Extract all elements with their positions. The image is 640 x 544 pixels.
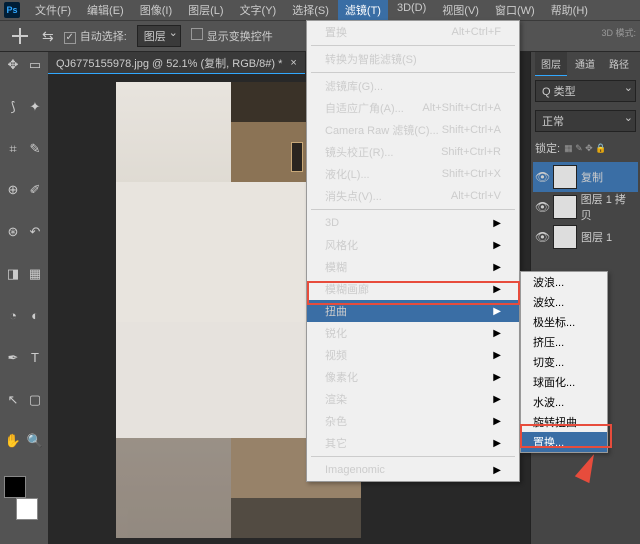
pen-tool[interactable]: ✒: [2, 347, 24, 369]
brush-tool[interactable]: ✐: [24, 179, 46, 201]
panel-tab[interactable]: 图层: [535, 52, 567, 76]
menubar: Ps 文件(F)编辑(E)图像(I)图层(L)文字(Y)选择(S)滤镜(T)3D…: [0, 0, 640, 20]
menu-2[interactable]: 图像(I): [133, 0, 179, 21]
move-tool-icon: [8, 24, 32, 48]
auto-select-checkbox[interactable]: [64, 32, 76, 44]
submenu-item[interactable]: 波纹...: [521, 292, 607, 312]
layer-thumb: [553, 225, 577, 249]
menu-4[interactable]: 文字(Y): [233, 0, 284, 21]
blend-mode-dropdown[interactable]: 正常: [535, 110, 636, 132]
filter-item[interactable]: 模糊▶: [307, 256, 519, 278]
submenu-item[interactable]: 极坐标...: [521, 312, 607, 332]
filter-item[interactable]: 消失点(V)...Alt+Ctrl+V: [307, 185, 519, 207]
eyedropper-tool[interactable]: ✎: [24, 138, 46, 160]
layer-type-filter[interactable]: Q 类型: [535, 80, 636, 102]
wand-tool[interactable]: ✦: [24, 96, 46, 118]
menu-7[interactable]: 3D(D): [390, 0, 433, 21]
heal-tool[interactable]: ⊕: [2, 179, 24, 201]
filter-item[interactable]: 置换Alt+Ctrl+F: [307, 21, 519, 43]
layer-row[interactable]: 👁 复制: [533, 162, 638, 192]
stamp-tool[interactable]: ⊛: [2, 221, 24, 243]
filter-dropdown-menu: 置换Alt+Ctrl+F 转换为智能滤镜(S) 滤镜库(G)...自适应广角(A).…: [306, 20, 520, 482]
ps-logo: Ps: [4, 2, 20, 18]
marquee-tool[interactable]: ▭: [24, 54, 46, 76]
menu-5[interactable]: 选择(S): [285, 0, 336, 21]
layer-target-dropdown[interactable]: 图层: [137, 25, 181, 47]
arrows-icon: ⇆: [42, 28, 54, 45]
lock-row: 锁定: ▦ ✎ ✥ 🔒: [531, 136, 640, 160]
close-icon[interactable]: ×: [290, 57, 296, 69]
filter-item[interactable]: 扭曲▶: [307, 300, 519, 322]
history-tool[interactable]: ↶: [24, 221, 46, 243]
crop-tool[interactable]: ⌗: [2, 138, 24, 160]
submenu-item[interactable]: 球面化...: [521, 372, 607, 392]
tools-panel: ✥ ▭ ⟆ ✦ ⌗ ✎ ⊕ ✐ ⊛ ↶ ◨ ▦ ◔ ◐ ✒ T ↖ ▢ ✋ 🔍: [0, 52, 48, 544]
filter-item[interactable]: 自适应广角(A)...Alt+Shift+Ctrl+A: [307, 97, 519, 119]
layer-name: 图层 1 拷贝: [581, 191, 636, 223]
menu-1[interactable]: 编辑(E): [80, 0, 131, 21]
document-tab[interactable]: QJ6775155978.jpg @ 52.1% (复制, RGB/8#) * …: [48, 52, 305, 74]
submenu-item[interactable]: 置换...: [521, 432, 607, 452]
document-title: QJ6775155978.jpg @ 52.1% (复制, RGB/8#) *: [56, 55, 282, 71]
3d-mode-label: 3D 模式:: [601, 26, 636, 39]
submenu-item[interactable]: 切变...: [521, 352, 607, 372]
panel-tab[interactable]: 路径: [603, 52, 635, 76]
show-transform-checkbox[interactable]: [191, 28, 203, 40]
filter-item[interactable]: 液化(L)...Shift+Ctrl+X: [307, 163, 519, 185]
lasso-tool[interactable]: ⟆: [2, 96, 24, 118]
color-swatches[interactable]: [2, 476, 42, 522]
layer-thumb: [553, 165, 577, 189]
submenu-item[interactable]: 旋转扭曲...: [521, 412, 607, 432]
hand-tool[interactable]: ✋: [2, 430, 24, 452]
submenu-item[interactable]: 挤压...: [521, 332, 607, 352]
filter-item[interactable]: Imagenomic▶: [307, 459, 519, 481]
eraser-tool[interactable]: ◨: [2, 263, 24, 285]
show-transform-label: 显示变换控件: [207, 31, 273, 43]
filter-item[interactable]: 镜头校正(R)...Shift+Ctrl+R: [307, 141, 519, 163]
filter-item[interactable]: 3D▶: [307, 212, 519, 234]
filter-item[interactable]: 像素化▶: [307, 366, 519, 388]
filter-item[interactable]: 风格化▶: [307, 234, 519, 256]
background-color[interactable]: [16, 498, 38, 520]
menu-10[interactable]: 帮助(H): [544, 0, 595, 21]
move-tool[interactable]: ✥: [2, 54, 24, 76]
type-tool[interactable]: T: [24, 347, 46, 369]
menu-9[interactable]: 窗口(W): [488, 0, 542, 21]
path-tool[interactable]: ↖: [2, 389, 24, 411]
visibility-icon[interactable]: 👁: [535, 200, 549, 214]
filter-item[interactable]: 渲染▶: [307, 388, 519, 410]
filter-item[interactable]: Camera Raw 滤镜(C)...Shift+Ctrl+A: [307, 119, 519, 141]
layer-row[interactable]: 👁 图层 1: [533, 222, 638, 252]
panel-tab[interactable]: 通道: [569, 52, 601, 76]
layer-row[interactable]: 👁 图层 1 拷贝: [533, 192, 638, 222]
menu-6[interactable]: 滤镜(T): [338, 0, 388, 21]
filter-item[interactable]: 滤镜库(G)...: [307, 75, 519, 97]
menu-3[interactable]: 图层(L): [181, 0, 230, 21]
layer-name: 图层 1: [581, 229, 612, 245]
filter-item[interactable]: 杂色▶: [307, 410, 519, 432]
submenu-item[interactable]: 波浪...: [521, 272, 607, 292]
filter-item[interactable]: 锐化▶: [307, 322, 519, 344]
filter-item[interactable]: 其它▶: [307, 432, 519, 454]
visibility-icon[interactable]: 👁: [535, 170, 549, 184]
distort-submenu: 波浪...波纹...极坐标...挤压...切变...球面化...水波...旋转扭…: [520, 271, 608, 453]
menu-0[interactable]: 文件(F): [28, 0, 78, 21]
filter-item[interactable]: 模糊画廊▶: [307, 278, 519, 300]
dodge-tool[interactable]: ◐: [24, 305, 46, 327]
visibility-icon[interactable]: 👁: [535, 230, 549, 244]
zoom-tool[interactable]: 🔍: [24, 430, 46, 452]
shape-tool[interactable]: ▢: [24, 389, 46, 411]
foreground-color[interactable]: [4, 476, 26, 498]
auto-select-label: 自动选择:: [80, 31, 127, 43]
gradient-tool[interactable]: ▦: [24, 263, 46, 285]
layer-name: 复制: [581, 169, 603, 185]
blur-tool[interactable]: ◔: [2, 305, 24, 327]
menu-8[interactable]: 视图(V): [435, 0, 486, 21]
layer-thumb: [553, 195, 577, 219]
filter-item[interactable]: 视频▶: [307, 344, 519, 366]
submenu-item[interactable]: 水波...: [521, 392, 607, 412]
filter-item[interactable]: 转换为智能滤镜(S): [307, 48, 519, 70]
